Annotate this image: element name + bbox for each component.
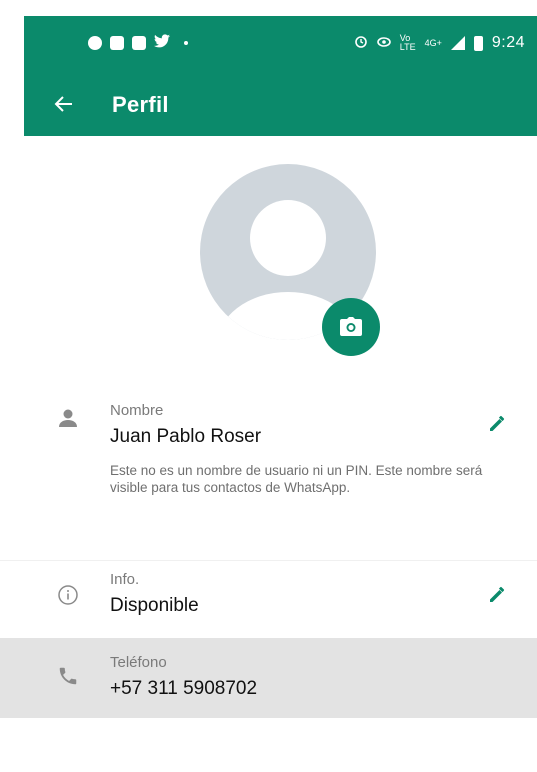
info-icon bbox=[54, 581, 82, 609]
system-icons: Vo LTE 4G+ 9:24 bbox=[354, 34, 525, 52]
profile-photo-section bbox=[200, 164, 380, 356]
messenger-icon bbox=[88, 36, 102, 50]
page-title: Perfil bbox=[112, 92, 169, 117]
name-row[interactable]: Nombre Juan Pablo Roser Este no es un no… bbox=[0, 386, 537, 536]
network-indicator: 4G+ bbox=[424, 37, 442, 48]
person-icon bbox=[54, 404, 82, 432]
phone-icon bbox=[54, 662, 82, 690]
info-value: Disponible bbox=[110, 595, 199, 616]
phone-row[interactable]: Teléfono +57 311 5908702 bbox=[0, 638, 537, 718]
edit-info-button[interactable] bbox=[482, 579, 512, 609]
back-button[interactable] bbox=[46, 86, 82, 122]
pencil-icon bbox=[490, 415, 505, 431]
signal-icon bbox=[450, 36, 465, 50]
info-row[interactable]: Info. Disponible bbox=[0, 560, 537, 632]
phone-value: +57 311 5908702 bbox=[110, 678, 258, 699]
app-bar: Vo LTE 4G+ 9:24 Perfil bbox=[24, 16, 537, 136]
name-label: Nombre bbox=[110, 402, 164, 419]
clock: 9:24 bbox=[491, 34, 525, 51]
info-label: Info. bbox=[110, 571, 140, 588]
camera-icon bbox=[340, 317, 362, 336]
notification-icons bbox=[88, 34, 188, 52]
toolbar: Perfil bbox=[24, 72, 537, 136]
app-icon bbox=[132, 36, 146, 50]
twitter-icon bbox=[154, 34, 170, 52]
name-value: Juan Pablo Roser bbox=[110, 426, 262, 447]
app-icon bbox=[110, 36, 124, 50]
alarm-icon bbox=[354, 34, 368, 52]
arrow-left-icon bbox=[54, 96, 72, 112]
change-photo-button[interactable] bbox=[322, 298, 380, 356]
name-help-text: Este no es un nombre de usuario ni un PI… bbox=[110, 463, 483, 495]
pencil-icon bbox=[490, 586, 505, 602]
edit-name-button[interactable] bbox=[482, 408, 512, 438]
battery-icon bbox=[473, 35, 483, 51]
eye-icon bbox=[376, 35, 391, 52]
volte-icon: Vo LTE bbox=[399, 33, 416, 52]
status-bar: Vo LTE 4G+ 9:24 bbox=[24, 16, 537, 72]
phone-label: Teléfono bbox=[110, 654, 167, 671]
avatar-head-shape bbox=[250, 200, 326, 276]
dot-icon bbox=[184, 41, 188, 45]
